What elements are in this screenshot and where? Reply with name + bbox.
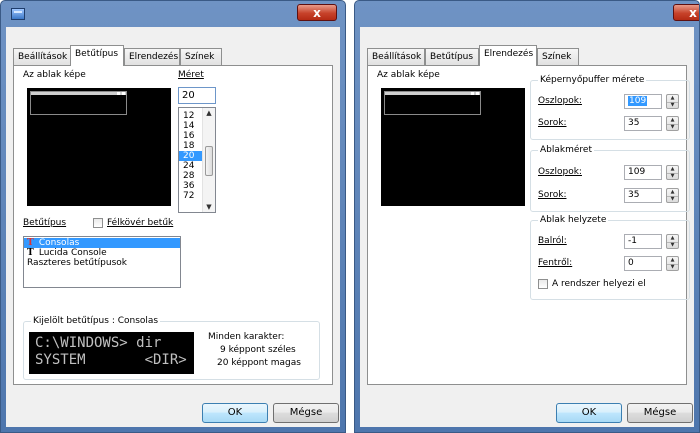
size-list-scrollbar[interactable]: ▲ ▼ bbox=[202, 108, 215, 212]
font-label: Betűtípus bbox=[23, 218, 67, 228]
close-button[interactable]: x bbox=[297, 4, 337, 21]
buffer-columns-input[interactable]: 109 bbox=[624, 94, 662, 109]
dialog-client-area: Beállítások Betűtípus Elrendezés Színek … bbox=[360, 27, 694, 427]
selected-font-group-title: Kijelölt betűtípus : Consolas bbox=[31, 316, 161, 327]
mini-window-button bbox=[117, 92, 120, 95]
tab-szinek[interactable]: Színek bbox=[537, 48, 579, 65]
window-preview bbox=[381, 88, 525, 206]
buffer-rows-input[interactable]: 35 bbox=[624, 116, 662, 131]
close-button[interactable]: x bbox=[673, 4, 699, 21]
window-rows-input[interactable]: 35 bbox=[624, 188, 662, 203]
truetype-icon: T bbox=[27, 238, 34, 248]
size-label: Méret bbox=[178, 70, 204, 80]
sample-line: SYSTEM <DIR> bbox=[35, 352, 187, 368]
ok-button[interactable]: OK bbox=[556, 403, 622, 423]
tab-strip: Beállítások Betűtípus Elrendezés Színek bbox=[360, 45, 694, 66]
layout-properties-window: x Beállítások Betűtípus Elrendezés Színe… bbox=[354, 0, 700, 433]
char-height-info: 20 képpont magas bbox=[217, 358, 301, 368]
left-position-input[interactable]: -1 bbox=[624, 234, 662, 249]
font-item-label: Raszteres betűtípusok bbox=[27, 258, 127, 268]
mini-window-preview bbox=[30, 91, 127, 115]
buffer-rows-spinner[interactable]: ▲ ▼ bbox=[666, 116, 679, 131]
dialog-client-area: Beállítások Betűtípus Elrendezés Színek … bbox=[6, 27, 340, 427]
spin-down-icon[interactable]: ▼ bbox=[667, 124, 678, 131]
cancel-button[interactable]: Mégse bbox=[627, 403, 693, 423]
window-rows-spinner[interactable]: ▲ ▼ bbox=[666, 188, 679, 203]
title-bar[interactable]: x bbox=[1, 1, 345, 27]
spin-down-icon[interactable]: ▼ bbox=[667, 196, 678, 203]
font-item-lucida-console[interactable]: T Lucida Console bbox=[24, 248, 180, 258]
spin-down-icon[interactable]: ▼ bbox=[667, 264, 678, 271]
mini-window-preview bbox=[384, 91, 481, 115]
top-position-label: Fentről: bbox=[538, 258, 573, 268]
size-input[interactable]: 20 bbox=[178, 87, 216, 104]
buffer-columns-label: Oszlopok: bbox=[538, 96, 582, 106]
preview-label: Az ablak képe bbox=[377, 70, 440, 80]
bold-checkbox[interactable] bbox=[93, 218, 103, 228]
window-size-group-title: Ablakméret bbox=[538, 145, 594, 156]
left-position-label: Balról: bbox=[538, 236, 567, 246]
window-position-group-title: Ablak helyzete bbox=[538, 215, 609, 226]
font-list[interactable]: T Consolas T Lucida Console Raszteres be… bbox=[23, 236, 181, 288]
spin-down-icon[interactable]: ▼ bbox=[667, 242, 678, 249]
tab-betutipus[interactable]: Betűtípus bbox=[425, 48, 479, 65]
window-size-group: Ablakméret Oszlopok: 109 ▲ ▼ Sorok: 35 ▲ ▼ bbox=[530, 145, 690, 212]
tab-beallitasok[interactable]: Beállítások bbox=[13, 48, 71, 65]
window-rows-label: Sorok: bbox=[538, 190, 567, 200]
scroll-down-arrow-icon[interactable]: ▼ bbox=[203, 202, 215, 212]
window-columns-spinner[interactable]: ▲ ▼ bbox=[666, 165, 679, 180]
mini-window-button bbox=[471, 92, 474, 95]
layout-tab-panel: Az ablak képe Képernyőpuffer mérete Oszl… bbox=[367, 65, 690, 385]
selected-font-group: Kijelölt betűtípus : Consolas C:\WINDOWS… bbox=[23, 316, 320, 380]
tab-strip: Beállítások Betűtípus Elrendezés Színek bbox=[6, 45, 340, 66]
system-position-checkbox[interactable] bbox=[538, 279, 548, 289]
spin-down-icon[interactable]: ▼ bbox=[667, 102, 678, 109]
font-item-label: Consolas bbox=[38, 238, 80, 248]
font-properties-window: x Beállítások Betűtípus Elrendezés Színe… bbox=[0, 0, 346, 433]
tab-szinek[interactable]: Színek bbox=[180, 48, 222, 65]
font-item-raster[interactable]: Raszteres betűtípusok bbox=[24, 258, 180, 268]
left-position-spinner[interactable]: ▲ ▼ bbox=[666, 234, 679, 249]
window-position-group: Ablak helyzete Balról: -1 ▲ ▼ Fentről: 0 … bbox=[530, 215, 690, 300]
font-item-consolas[interactable]: T Consolas bbox=[24, 238, 180, 248]
preview-label: Az ablak képe bbox=[23, 70, 86, 80]
size-list[interactable]: 12 14 16 18 20 24 28 36 72 ▲ ▼ bbox=[178, 107, 216, 213]
tab-betutipus[interactable]: Betűtípus bbox=[70, 45, 124, 66]
buffer-columns-spinner[interactable]: ▲ ▼ bbox=[666, 94, 679, 109]
window-columns-label: Oszlopok: bbox=[538, 167, 582, 177]
truetype-icon: T bbox=[27, 248, 34, 258]
buffer-columns-value: 109 bbox=[628, 96, 648, 106]
tab-elrendezes[interactable]: Elrendezés bbox=[479, 45, 537, 66]
window-preview bbox=[27, 88, 171, 206]
char-info-title: Minden karakter: bbox=[208, 332, 285, 342]
ok-button[interactable]: OK bbox=[202, 403, 268, 423]
spin-down-icon[interactable]: ▼ bbox=[667, 173, 678, 180]
tab-elrendezes[interactable]: Elrendezés bbox=[124, 48, 180, 65]
mini-window-button bbox=[122, 92, 125, 95]
tab-beallitasok[interactable]: Beállítások bbox=[367, 48, 425, 65]
top-position-input[interactable]: 0 bbox=[624, 256, 662, 271]
buffer-size-group: Képernyőpuffer mérete Oszlopok: 109 ▲ ▼ S… bbox=[530, 75, 690, 140]
font-item-label: Lucida Console bbox=[38, 248, 107, 258]
font-tab-panel: Az ablak képe Méret 20 12 14 16 18 20 24… bbox=[13, 65, 333, 385]
console-app-icon[interactable] bbox=[11, 8, 25, 20]
sample-line: C:\WINDOWS> dir bbox=[35, 335, 162, 351]
char-width-info: 9 képpont széles bbox=[220, 345, 296, 355]
buffer-size-group-title: Képernyőpuffer mérete bbox=[538, 75, 647, 86]
scrollbar-thumb[interactable] bbox=[205, 146, 213, 176]
mini-window-button bbox=[476, 92, 479, 95]
cancel-button[interactable]: Mégse bbox=[273, 403, 339, 423]
buffer-rows-label: Sorok: bbox=[538, 118, 567, 128]
title-bar[interactable]: x bbox=[355, 1, 699, 27]
scroll-up-arrow-icon[interactable]: ▲ bbox=[203, 108, 215, 118]
window-columns-input[interactable]: 109 bbox=[624, 165, 662, 180]
bold-label[interactable]: Félkövér betűk bbox=[107, 218, 173, 228]
top-position-spinner[interactable]: ▲ ▼ bbox=[666, 256, 679, 271]
font-sample-preview: C:\WINDOWS> dir SYSTEM <DIR> bbox=[29, 332, 194, 374]
system-position-label[interactable]: A rendszer helyezi el bbox=[552, 279, 646, 289]
